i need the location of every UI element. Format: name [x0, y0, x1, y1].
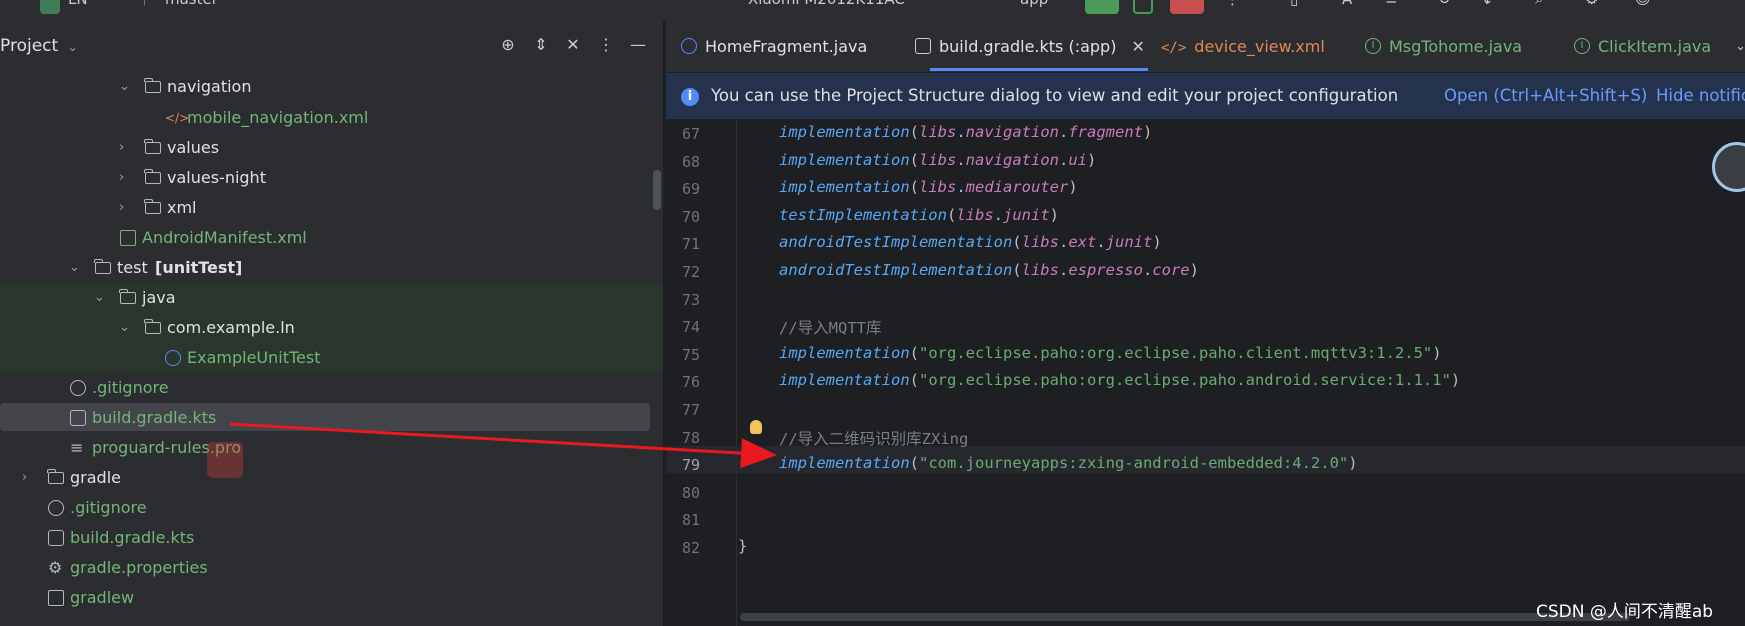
watermark: CSDN @人间不清醒ab — [1536, 602, 1714, 622]
annotation-arrow — [229, 422, 777, 469]
